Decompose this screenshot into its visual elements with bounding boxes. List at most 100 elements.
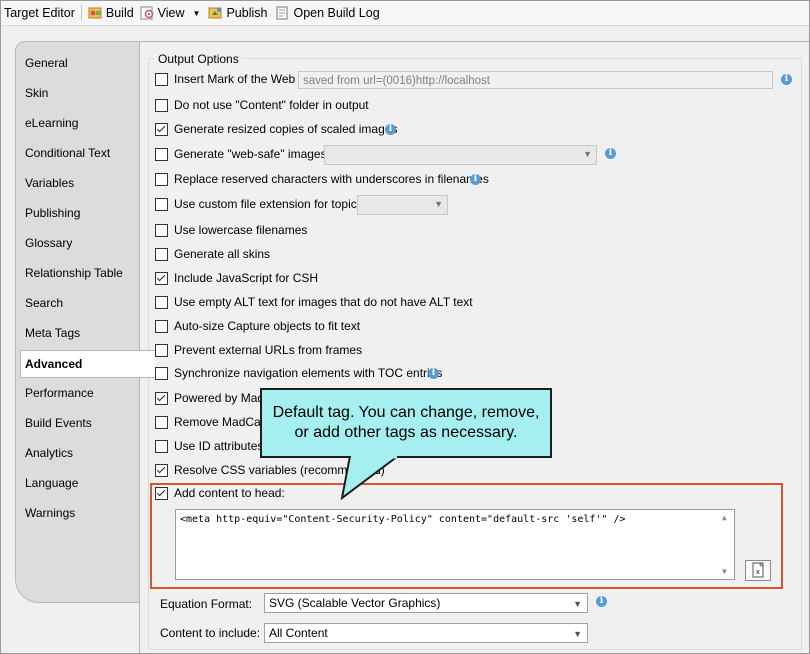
no-content-folder-row[interactable]: Do not use "Content" folder in output: [155, 96, 369, 114]
tab-language[interactable]: Language: [25, 473, 78, 493]
svg-text:x: x: [756, 568, 760, 576]
use-id-attributes-checkbox[interactable]: [155, 439, 168, 453]
scroll-up-icon[interactable]: ▲: [722, 513, 727, 522]
resized-images-label: Generate resized copies of scaled images: [174, 122, 398, 136]
include-js-csh-checkbox[interactable]: [155, 271, 168, 285]
remove-madcap-checkbox[interactable]: [155, 415, 168, 429]
web-safe-images-checkbox[interactable]: [155, 147, 168, 161]
view-label: View: [157, 6, 185, 20]
empty-alt-checkbox[interactable]: [155, 295, 168, 309]
scroll-down-icon[interactable]: ▼: [722, 567, 727, 576]
content-to-include-label: Content to include:: [160, 626, 261, 640]
tab-conditional-text[interactable]: Conditional Text: [25, 143, 110, 163]
lowercase-filenames-checkbox[interactable]: [155, 223, 168, 237]
textarea-scrollbar[interactable]: ▲ ▼: [719, 511, 733, 578]
custom-extension-select[interactable]: ▼: [357, 195, 448, 215]
tab-meta-tags[interactable]: Meta Tags: [25, 323, 80, 343]
tab-relationship-table[interactable]: Relationship Table: [25, 263, 123, 283]
add-content-head-row[interactable]: Add content to head:: [155, 484, 285, 502]
view-button[interactable]: View ▼: [137, 2, 204, 24]
callout-line-1: Default tag. You can change, remove,: [272, 404, 540, 421]
open-build-log-button[interactable]: Open Build Log: [272, 2, 382, 24]
tab-general[interactable]: General: [25, 53, 68, 73]
all-skins-checkbox[interactable]: [155, 247, 168, 261]
web-safe-images-label: Generate "web-safe" images: [174, 147, 327, 161]
remove-madcap-row[interactable]: Remove MadCap s: [155, 413, 277, 431]
insert-mark-of-web-label: Insert Mark of the Web: [174, 72, 296, 86]
all-skins-row[interactable]: Generate all skins: [155, 245, 270, 263]
tab-publishing[interactable]: Publishing: [25, 203, 80, 223]
tab-analytics[interactable]: Analytics: [25, 443, 73, 463]
tab-elearning[interactable]: eLearning: [25, 113, 78, 133]
equation-format-select[interactable]: SVG (Scalable Vector Graphics) ▼: [264, 593, 588, 613]
publish-icon: [208, 7, 222, 19]
mark-of-web-input[interactable]: saved from url=(0016)http://localhost: [298, 71, 773, 89]
build-button[interactable]: Build: [85, 2, 137, 24]
replace-reserved-label: Replace reserved characters with undersc…: [174, 172, 489, 186]
powered-by-row[interactable]: Powered by MadC: [155, 389, 273, 407]
replace-reserved-row[interactable]: Replace reserved characters with undersc…: [155, 170, 489, 188]
include-js-csh-row[interactable]: Include JavaScript for CSH: [155, 269, 318, 287]
callout-pointer-icon: [340, 456, 400, 501]
annotation-callout: Default tag. You can change, remove, or …: [260, 388, 552, 458]
info-icon[interactable]: i: [781, 74, 792, 85]
tab-variables[interactable]: Variables: [25, 173, 74, 193]
tab-advanced[interactable]: Advanced: [20, 350, 155, 378]
content-to-include-select[interactable]: All Content ▼: [264, 623, 588, 643]
insert-mark-of-web-checkbox[interactable]: [155, 72, 168, 86]
info-icon[interactable]: i: [428, 368, 439, 379]
build-log-icon: [276, 6, 288, 20]
build-icon: [88, 7, 102, 19]
web-safe-format-select[interactable]: ▼: [324, 145, 597, 165]
info-icon[interactable]: i: [385, 124, 396, 135]
head-content-textarea[interactable]: <meta http-equiv="Content-Security-Polic…: [175, 509, 735, 580]
info-icon[interactable]: i: [596, 596, 607, 607]
info-icon[interactable]: i: [470, 174, 481, 185]
auto-size-capture-row[interactable]: Auto-size Capture objects to fit text: [155, 317, 360, 335]
auto-size-capture-checkbox[interactable]: [155, 319, 168, 333]
prevent-external-urls-checkbox[interactable]: [155, 343, 168, 357]
view-dropdown-caret-icon[interactable]: ▼: [193, 9, 201, 18]
powered-by-checkbox[interactable]: [155, 391, 168, 405]
prevent-external-urls-label: Prevent external URLs from frames: [174, 343, 363, 357]
custom-extension-label: Use custom file extension for topics: [174, 197, 363, 211]
powered-by-label: Powered by MadC: [174, 391, 273, 405]
tab-performance[interactable]: Performance: [25, 383, 94, 403]
no-content-folder-checkbox[interactable]: [155, 98, 168, 112]
use-id-attributes-row[interactable]: Use ID attributes: [155, 437, 263, 455]
publish-button[interactable]: Publish: [205, 2, 270, 24]
output-options-title: Output Options: [155, 52, 242, 66]
prevent-external-urls-row[interactable]: Prevent external URLs from frames: [155, 341, 362, 359]
tab-warnings[interactable]: Warnings: [25, 503, 75, 523]
chevron-down-icon: ▼: [583, 149, 592, 159]
insert-mark-of-web-row[interactable]: Insert Mark of the Web: [155, 70, 295, 88]
tab-skin[interactable]: Skin: [25, 83, 48, 103]
tab-search[interactable]: Search: [25, 293, 63, 313]
view-icon: [140, 6, 153, 20]
resized-images-checkbox[interactable]: [155, 122, 168, 136]
web-safe-images-row[interactable]: Generate "web-safe" images: [155, 145, 327, 163]
custom-extension-checkbox[interactable]: [155, 197, 168, 211]
toolbar-separator: [80, 5, 82, 21]
tab-glossary[interactable]: Glossary: [25, 233, 72, 253]
auto-size-capture-label: Auto-size Capture objects to fit text: [174, 319, 361, 333]
sync-nav-label: Synchronize navigation elements with TOC…: [174, 366, 443, 380]
xml-editor-button[interactable]: x: [745, 560, 771, 581]
lowercase-filenames-row[interactable]: Use lowercase filenames: [155, 221, 307, 239]
open-build-log-label: Open Build Log: [293, 6, 380, 20]
custom-extension-row[interactable]: Use custom file extension for topics: [155, 195, 363, 213]
tab-build-events[interactable]: Build Events: [25, 413, 92, 433]
publish-label: Publish: [226, 6, 268, 20]
add-content-head-checkbox[interactable]: [155, 486, 168, 500]
sync-nav-row[interactable]: Synchronize navigation elements with TOC…: [155, 364, 442, 382]
chevron-down-icon: ▼: [573, 629, 582, 639]
equation-format-value: SVG (Scalable Vector Graphics): [269, 596, 441, 610]
sync-nav-checkbox[interactable]: [155, 366, 168, 380]
resolve-css-checkbox[interactable]: [155, 463, 168, 477]
info-icon[interactable]: i: [605, 148, 616, 159]
empty-alt-row[interactable]: Use empty ALT text for images that do no…: [155, 293, 473, 311]
target-editor-label: Target Editor: [4, 6, 75, 20]
use-id-attributes-label: Use ID attributes: [174, 439, 264, 453]
resized-images-row[interactable]: Generate resized copies of scaled images: [155, 120, 397, 138]
replace-reserved-checkbox[interactable]: [155, 172, 168, 186]
